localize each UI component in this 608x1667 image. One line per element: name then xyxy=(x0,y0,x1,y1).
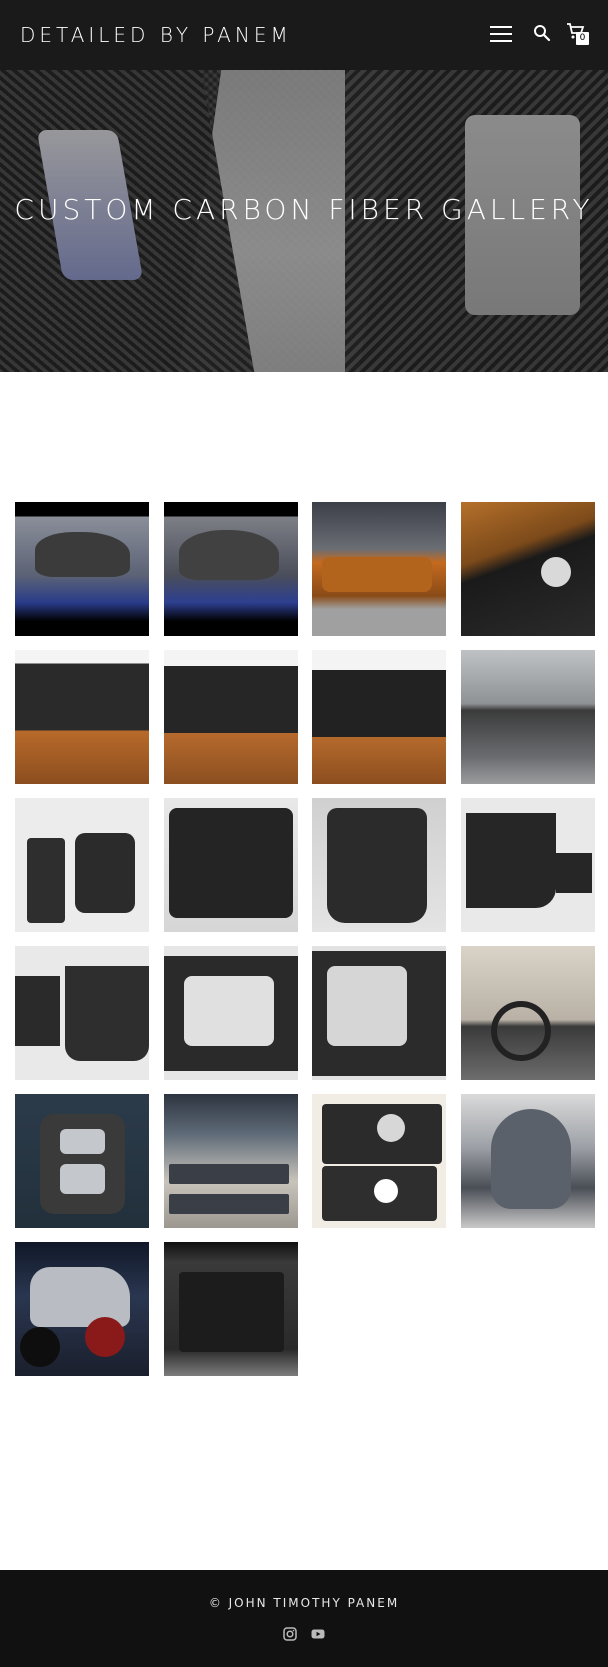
thumbnail-detail xyxy=(60,1164,105,1194)
gallery-thumbnail[interactable] xyxy=(15,1094,149,1228)
gallery-thumbnail[interactable] xyxy=(460,798,595,932)
site-footer: © JOHN TIMOTHY PANEM xyxy=(0,1570,608,1667)
thumbnail-detail xyxy=(168,1194,289,1214)
thumbnail-detail xyxy=(65,966,149,1061)
thumbnail-detail xyxy=(327,808,428,923)
thumbnail-detail xyxy=(490,1109,571,1209)
gallery-thumbnail[interactable] xyxy=(15,946,149,1080)
social-links xyxy=(0,1625,608,1643)
page-title: CUSTOM CARBON FIBER GALLERY xyxy=(14,193,594,226)
thumbnail-detail xyxy=(168,1164,289,1184)
thumbnail-detail xyxy=(75,833,135,913)
gallery-thumbnail[interactable] xyxy=(15,1242,149,1376)
gallery-thumbnail[interactable] xyxy=(460,650,595,784)
thumbnail-detail xyxy=(168,808,293,918)
thumbnail-detail xyxy=(30,1267,130,1327)
gallery-thumbnail[interactable] xyxy=(15,798,149,932)
gallery-thumbnail[interactable] xyxy=(163,1094,298,1228)
thumbnail-detail xyxy=(327,966,408,1046)
thumbnail-detail xyxy=(490,1001,551,1061)
thumbnail-detail xyxy=(60,1129,105,1154)
thumbnail-detail xyxy=(15,976,60,1046)
cart-icon[interactable]: 0 xyxy=(566,22,590,46)
copyright-text: © JOHN TIMOTHY PANEM xyxy=(208,1596,400,1610)
gallery-thumbnail[interactable] xyxy=(312,502,447,636)
gallery-thumbnail[interactable] xyxy=(163,798,298,932)
site-title[interactable]: DETAILED BY PANEM xyxy=(20,20,292,50)
instagram-icon[interactable] xyxy=(283,1627,297,1641)
thumbnail-detail xyxy=(322,557,433,592)
gallery-thumbnail[interactable] xyxy=(163,1242,298,1376)
thumbnail-detail xyxy=(183,976,274,1046)
gallery-thumbnail[interactable] xyxy=(460,1094,595,1228)
gallery-thumbnail[interactable] xyxy=(312,946,447,1080)
thumbnail-detail xyxy=(27,838,65,923)
hamburger-menu-icon[interactable] xyxy=(490,26,512,42)
gallery-thumbnail[interactable] xyxy=(312,650,447,784)
gallery-thumbnail[interactable] xyxy=(163,502,298,636)
cart-count-badge: 0 xyxy=(576,32,589,45)
thumbnail-detail xyxy=(35,532,130,577)
gallery-thumbnail[interactable] xyxy=(460,502,595,636)
site-header: DETAILED BY PANEM 0 xyxy=(0,0,608,70)
gallery-thumbnail[interactable] xyxy=(312,1094,447,1228)
thumbnail-detail xyxy=(374,1179,399,1203)
search-icon[interactable] xyxy=(533,24,551,42)
gallery-thumbnail[interactable] xyxy=(163,650,298,784)
gallery-thumbnail[interactable] xyxy=(163,946,298,1080)
gallery-thumbnail[interactable] xyxy=(15,650,149,784)
thumbnail-detail xyxy=(178,530,279,580)
gallery-thumbnail[interactable] xyxy=(15,502,149,636)
hero-banner: CUSTOM CARBON FIBER GALLERY xyxy=(0,70,608,372)
gallery-thumbnail[interactable] xyxy=(312,798,447,932)
image-gallery xyxy=(15,502,595,1376)
youtube-icon[interactable] xyxy=(311,1627,325,1641)
thumbnail-detail xyxy=(555,853,592,893)
thumbnail-detail xyxy=(178,1272,284,1352)
thumbnail-detail xyxy=(465,813,556,908)
thumbnail-detail xyxy=(20,1327,60,1367)
thumbnail-detail xyxy=(377,1114,406,1142)
gallery-thumbnail[interactable] xyxy=(460,946,595,1080)
thumbnail-detail xyxy=(540,557,571,587)
thumbnail-detail xyxy=(85,1317,125,1357)
